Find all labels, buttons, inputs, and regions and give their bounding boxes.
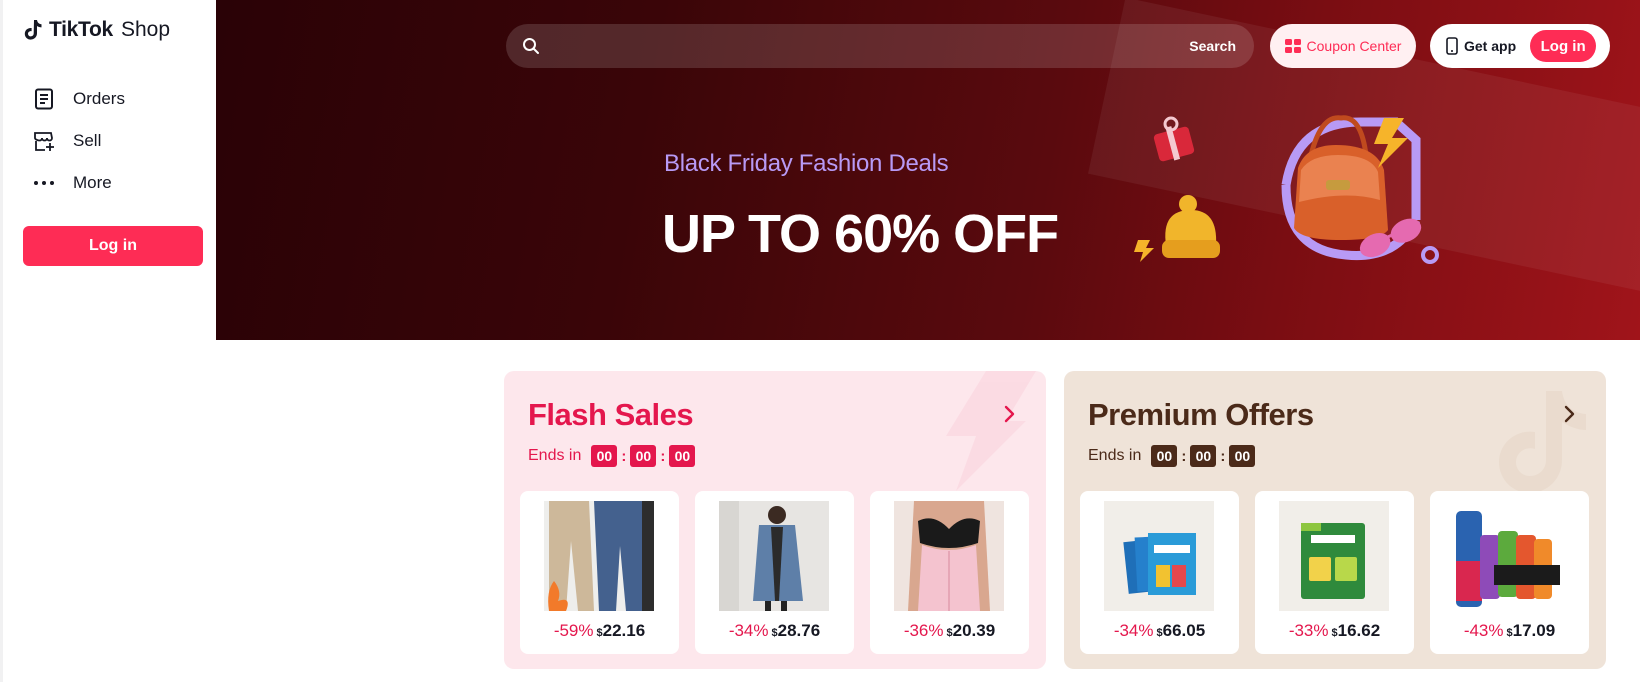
search-icon [523, 38, 539, 54]
product-price: -36% $20.39 [870, 621, 1029, 641]
hero-subtitle: Black Friday Fashion Deals [664, 150, 949, 177]
get-app-label: Get app [1464, 38, 1517, 54]
more-dots-icon [33, 172, 55, 194]
discount-label: -36% [903, 621, 944, 640]
product-image [1279, 501, 1389, 611]
coupon-center-button[interactable]: Coupon Center [1270, 24, 1416, 68]
sidebar-item-orders[interactable]: Orders [33, 88, 125, 110]
sidebar-item-label: More [73, 173, 112, 192]
hero-title: UP TO 60% OFF [662, 204, 1059, 264]
ends-in-label: Ends in [1088, 447, 1142, 464]
product-image [719, 501, 829, 611]
premium-offers-title: Premium Offers [1088, 397, 1314, 432]
sidebar-login-button[interactable]: Log in [23, 226, 203, 266]
price-value: 22.16 [602, 621, 646, 640]
product-list: -59% $22.16 -34% $28.76 -36% $20.39 [520, 491, 1029, 654]
discount-label: -59% [553, 621, 594, 640]
price-value: 28.76 [777, 621, 821, 640]
product-price: -59% $22.16 [520, 621, 679, 641]
sidebar: TikTok Shop Orders Sell More Log in [0, 0, 216, 682]
phone-icon [1446, 37, 1458, 55]
sidebar-item-sell[interactable]: Sell [33, 130, 101, 152]
header-actions: Get app Log in [1430, 24, 1610, 68]
discount-label: -33% [1288, 621, 1329, 640]
countdown-seconds: 00 [669, 445, 696, 467]
price-value: 17.09 [1512, 621, 1556, 640]
premium-offers-card[interactable]: Premium Offers Ends in 00 : 00 : 00 -34%… [1064, 371, 1606, 669]
product-card[interactable]: -34% $28.76 [695, 491, 854, 654]
countdown-minutes: 00 [1190, 445, 1217, 467]
tiktok-watermark-icon [1499, 391, 1586, 491]
countdown-hours: 00 [591, 445, 618, 467]
beanie-icon [1162, 195, 1220, 258]
product-price: -34% $66.05 [1080, 621, 1239, 641]
search-bar[interactable]: Search [506, 24, 1254, 68]
orders-icon [33, 88, 55, 110]
product-card[interactable]: -36% $20.39 [870, 491, 1029, 654]
countdown-hours: 00 [1151, 445, 1178, 467]
sidebar-item-label: Sell [73, 131, 102, 150]
discount-label: -34% [1113, 621, 1154, 640]
price-value: 20.39 [952, 621, 996, 640]
chevron-right-icon[interactable] [1558, 403, 1580, 425]
price-value: 16.62 [1337, 621, 1381, 640]
coupon-icon [1284, 39, 1301, 53]
search-input[interactable] [552, 37, 1190, 55]
product-image [1454, 501, 1564, 611]
product-image [1104, 501, 1214, 611]
product-image [544, 501, 654, 611]
flash-sales-title: Flash Sales [528, 397, 694, 432]
hero-illustration [1134, 115, 1439, 264]
price-value: 66.05 [1162, 621, 1206, 640]
product-card[interactable]: -43% $17.09 [1430, 491, 1589, 654]
get-app-button[interactable]: Get app [1446, 37, 1516, 55]
tiktok-shop-logo[interactable]: TikTok Shop [23, 18, 170, 42]
coupon-center-label: Coupon Center [1306, 38, 1402, 54]
countdown-seconds: 00 [1229, 445, 1256, 467]
sidebar-item-label: Orders [73, 89, 125, 108]
countdown: Ends in 00 : 00 : 00 [1088, 445, 1256, 467]
product-list: -34% $66.05 -33% $16.62 -43% $17.09 [1080, 491, 1589, 654]
product-card[interactable]: -59% $22.16 [520, 491, 679, 654]
discount-label: -43% [1463, 621, 1504, 640]
bolt-icon [1134, 240, 1154, 262]
search-button[interactable]: Search [1189, 38, 1236, 54]
countdown-minutes: 00 [630, 445, 657, 467]
discount-label: -34% [728, 621, 769, 640]
ends-in-label: Ends in [528, 447, 582, 464]
product-image [894, 501, 1004, 611]
product-card[interactable]: -34% $66.05 [1080, 491, 1239, 654]
flash-sales-card[interactable]: Flash Sales Ends in 00 : 00 : 00 -59% $22… [504, 371, 1046, 669]
brand-suffix: Shop [120, 18, 170, 41]
product-price: -43% $17.09 [1430, 621, 1589, 641]
sidebar-item-more[interactable]: More [33, 172, 112, 194]
brand-name: TikTok [49, 18, 113, 41]
product-card[interactable]: -33% $16.62 [1255, 491, 1414, 654]
countdown: Ends in 00 : 00 : 00 [528, 445, 696, 467]
store-add-icon [33, 130, 55, 152]
gift-icon [1153, 116, 1195, 162]
tiktok-logo-icon [24, 20, 42, 40]
bolt-watermark-icon [946, 371, 1036, 491]
chevron-right-icon[interactable] [998, 403, 1020, 425]
header-login-button[interactable]: Log in [1530, 30, 1597, 62]
hero-banner[interactable]: Search Coupon Center Get app Log in Blac… [216, 0, 1640, 340]
product-price: -33% $16.62 [1255, 621, 1414, 641]
product-price: -34% $28.76 [695, 621, 854, 641]
